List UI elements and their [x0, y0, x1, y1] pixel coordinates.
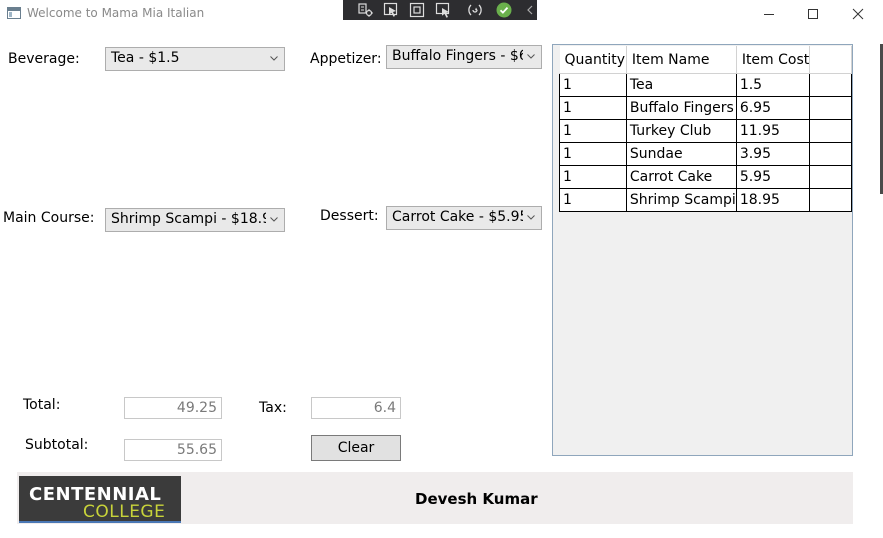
- footer-bar: CENTENNIAL COLLEGE Devesh Kumar: [17, 472, 853, 524]
- title-bar: Welcome to Mama Mia Italian: [0, 0, 883, 30]
- table-row[interactable]: 1 Carrot Cake 5.95: [559, 165, 852, 189]
- tax-field[interactable]: 6.4: [311, 397, 401, 419]
- quantity-cell[interactable]: 1: [559, 188, 627, 212]
- main-course-label: Main Course:: [3, 210, 95, 226]
- dessert-selected-value: Carrot Cake - $5.95: [392, 209, 529, 225]
- beverage-combobox[interactable]: Tea - $1.5: [105, 47, 285, 71]
- appetizer-label: Appetizer:: [310, 51, 382, 67]
- grid-header-row: Quantity Item Name Item Cost: [559, 46, 852, 74]
- filler-cell: [809, 142, 852, 166]
- order-data-grid[interactable]: Quantity Item Name Item Cost 1 Tea 1.5 1…: [552, 44, 853, 456]
- total-field[interactable]: 49.25: [124, 397, 222, 419]
- quantity-cell[interactable]: 1: [559, 119, 627, 143]
- chevron-down-icon: [266, 48, 284, 70]
- item-name-cell[interactable]: Shrimp Scampi: [625, 188, 737, 212]
- subtotal-field[interactable]: 55.65: [124, 439, 222, 461]
- close-icon: [852, 8, 864, 20]
- live-visual-tree-icon[interactable]: [357, 2, 373, 18]
- minimize-icon: [764, 14, 774, 15]
- column-header-item-cost[interactable]: Item Cost: [736, 46, 811, 74]
- item-name-cell[interactable]: Tea: [625, 73, 737, 97]
- appetizer-selected-value: Buffalo Fingers - $6.95: [392, 48, 542, 64]
- chevron-down-icon: [523, 46, 541, 68]
- table-row[interactable]: 1 Buffalo Fingers 6.95: [559, 96, 852, 120]
- debug-toolbar: [343, 0, 537, 20]
- column-header-filler: [809, 46, 852, 74]
- item-cost-cell[interactable]: 11.95: [735, 119, 811, 143]
- maximize-icon: [808, 9, 818, 19]
- table-row[interactable]: 1 Turkey Club 11.95: [559, 119, 852, 143]
- beverage-selected-value: Tea - $1.5: [111, 50, 180, 66]
- close-button[interactable]: [836, 3, 880, 25]
- chevron-down-icon: [266, 209, 284, 231]
- table-row[interactable]: 1 Tea 1.5: [559, 73, 852, 97]
- tax-label: Tax:: [259, 400, 287, 416]
- dessert-combobox[interactable]: Carrot Cake - $5.95: [386, 206, 542, 230]
- author-name: Devesh Kumar: [415, 490, 538, 508]
- item-name-cell[interactable]: Sundae: [625, 142, 737, 166]
- table-row[interactable]: 1 Shrimp Scampi 18.95: [559, 188, 852, 212]
- quantity-cell[interactable]: 1: [559, 96, 627, 120]
- filler-cell: [809, 119, 852, 143]
- chevron-down-icon: [523, 207, 541, 229]
- item-cost-cell[interactable]: 1.5: [735, 73, 811, 97]
- display-layout-adorners-icon[interactable]: [409, 2, 425, 18]
- minimize-button[interactable]: [747, 3, 791, 25]
- quantity-cell[interactable]: 1: [559, 142, 627, 166]
- filler-cell: [809, 73, 852, 97]
- centennial-college-logo: CENTENNIAL COLLEGE: [19, 476, 181, 523]
- hot-reload-icon[interactable]: [467, 2, 483, 18]
- maximize-button[interactable]: [791, 3, 835, 25]
- dessert-label: Dessert:: [320, 208, 379, 224]
- table-row[interactable]: 1 Sundae 3.95: [559, 142, 852, 166]
- item-name-cell[interactable]: Carrot Cake: [625, 165, 737, 189]
- filler-cell: [809, 165, 852, 189]
- item-cost-cell[interactable]: 6.95: [735, 96, 811, 120]
- filler-cell: [809, 96, 852, 120]
- clear-button[interactable]: Clear: [311, 435, 401, 461]
- track-focus-icon[interactable]: [435, 2, 451, 18]
- binding-check-icon[interactable]: [496, 2, 512, 18]
- filler-cell: [809, 188, 852, 212]
- column-header-quantity[interactable]: Quantity: [559, 46, 627, 74]
- column-header-item-name[interactable]: Item Name: [626, 46, 737, 74]
- appetizer-combobox[interactable]: Buffalo Fingers - $6.95: [386, 45, 542, 69]
- item-name-cell[interactable]: Buffalo Fingers: [625, 96, 737, 120]
- item-cost-cell[interactable]: 18.95: [735, 188, 811, 212]
- quantity-cell[interactable]: 1: [559, 165, 627, 189]
- quantity-cell[interactable]: 1: [559, 73, 627, 97]
- app-window-icon: [7, 7, 21, 19]
- item-cost-cell[interactable]: 3.95: [735, 142, 811, 166]
- collapse-toolbar-icon[interactable]: [523, 2, 539, 18]
- order-table: Quantity Item Name Item Cost 1 Tea 1.5 1…: [559, 46, 852, 212]
- window-title: Welcome to Mama Mia Italian: [27, 6, 205, 20]
- logo-underline: [19, 521, 181, 523]
- total-label: Total:: [23, 397, 61, 413]
- beverage-label: Beverage:: [8, 51, 80, 67]
- item-name-cell[interactable]: Turkey Club: [625, 119, 737, 143]
- item-cost-cell[interactable]: 5.95: [735, 165, 811, 189]
- main-course-selected-value: Shrimp Scampi - $18.95: [111, 211, 280, 227]
- select-element-icon[interactable]: [383, 2, 399, 18]
- logo-line-2: COLLEGE: [83, 502, 166, 522]
- main-course-combobox[interactable]: Shrimp Scampi - $18.95: [105, 208, 285, 232]
- subtotal-label: Subtotal:: [25, 437, 89, 453]
